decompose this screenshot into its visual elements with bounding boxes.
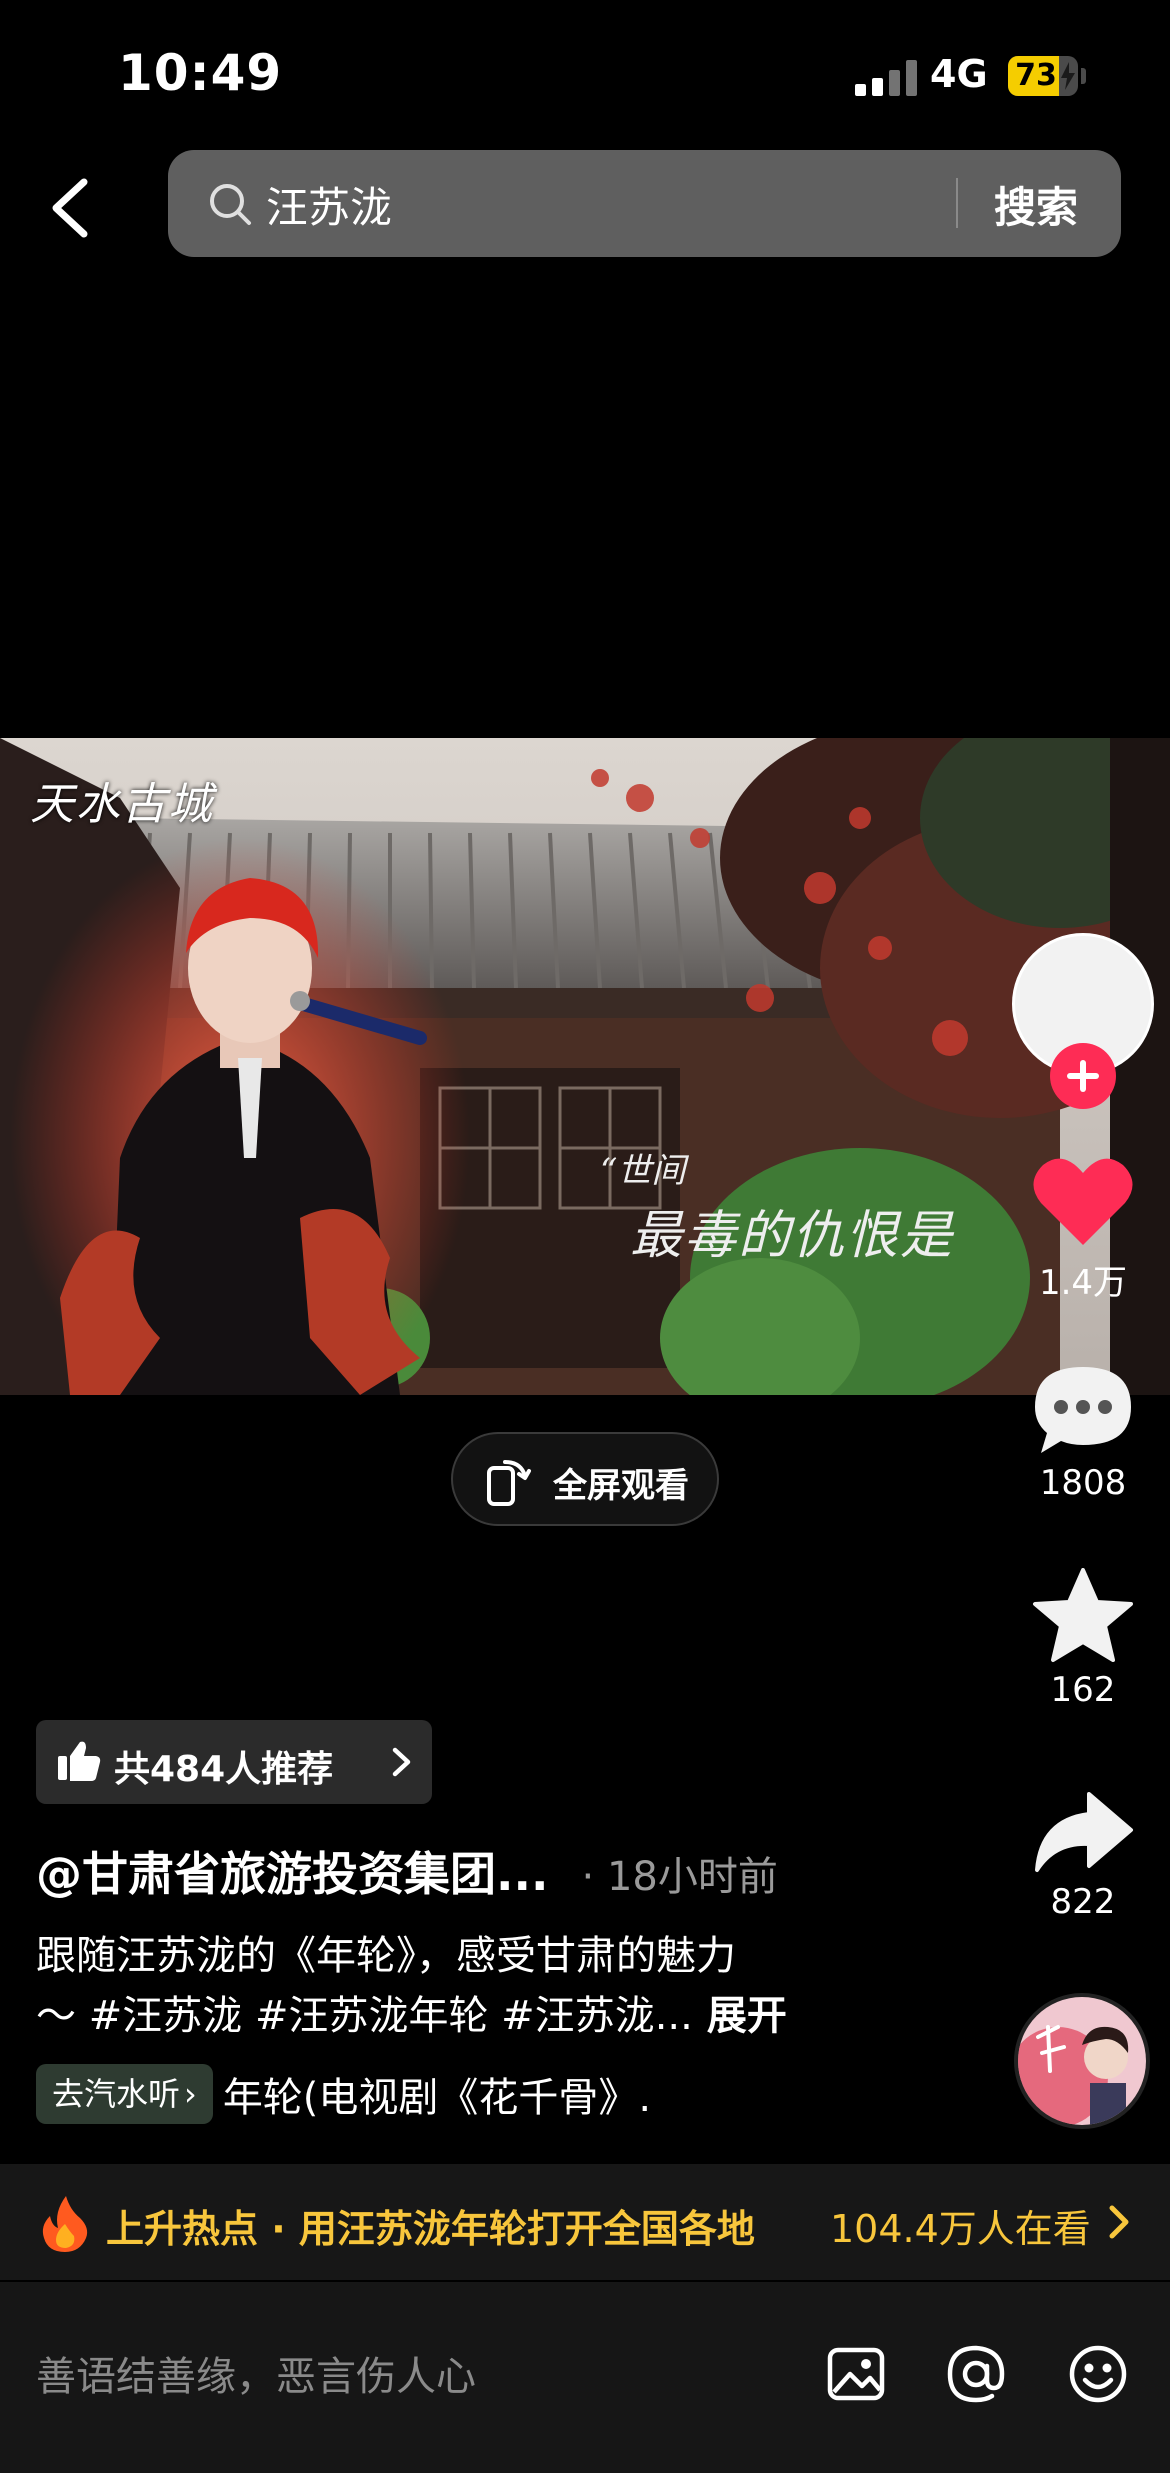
hot-topic-text: 上升热点 · 用汪苏泷年轮打开全国各地 [106,2207,755,2251]
post-description-line1: 跟随汪苏泷的《年轮》，感受甘肃的魅力 [36,1933,736,1979]
share-arrow-icon [1035,1792,1133,1872]
search-button[interactable]: 搜索 [994,174,1078,235]
author-line: @甘肃省旅游投资集团... · 18小时前 [36,1838,778,1904]
comment-bubble-icon [1035,1367,1131,1453]
search-input[interactable]: 汪苏泷 [266,174,392,235]
fullscreen-icon [487,1460,531,1506]
chevron-right-icon [1109,2205,1129,2239]
star-icon [1033,1568,1133,1662]
comment-button[interactable]: 1808 [1010,1363,1156,1503]
recommend-pill[interactable]: 共484人推荐 [36,1720,432,1804]
thumbs-up-icon [58,1741,101,1781]
post-description-line2: ～ #汪苏泷 #汪苏泷年轮 #汪苏泷... 展开 [36,1986,876,2046]
battery-cap [1081,68,1086,84]
status-bar: 10:49 4G 73 [0,0,1170,150]
battery-level: 73 [1015,58,1057,93]
qishui-label: 去汽水听 [52,2075,181,2113]
recommend-label: 共484人推荐 [114,1749,334,1790]
expand-button[interactable]: 展开 [707,1993,787,2039]
author-name[interactable]: @甘肃省旅游投资集团... [36,1847,548,1901]
search-bar[interactable]: 汪苏泷 搜索 [168,150,1121,257]
comment-count: 1808 [1039,1463,1127,1503]
video-caption-line2: 最毒的仇恨是 [630,1206,955,1266]
fullscreen-label: 全屏观看 [553,1466,689,1506]
chevron-right-icon [392,1747,411,1777]
description-hashtags[interactable]: ～ #汪苏泷 #汪苏泷年轮 #汪苏泷... [36,1993,693,2039]
comment-bar: 善语结善缘，恶言伤人心 [0,2282,1170,2473]
post-time: · 18小时前 [581,1854,778,1900]
chevron-right-icon: › [184,2075,197,2113]
heart-icon [1033,1158,1133,1245]
music-line: 去汽水听 › 年轮(电视剧《花千骨》. [36,2064,651,2124]
like-count: 1.4万 [1038,1263,1128,1303]
share-button[interactable]: 822 [1010,1790,1156,1922]
back-button[interactable] [40,168,100,248]
search-icon [210,184,251,225]
plus-icon [1067,1060,1099,1092]
status-time: 10:49 [118,44,283,102]
favorite-count: 162 [1050,1670,1116,1710]
back-chevron-icon [52,178,88,238]
video-watermark: 天水古城 [30,779,214,830]
at-icon[interactable] [944,2342,1008,2406]
music-title[interactable]: 年轮(电视剧《花千骨》. [223,2075,651,2121]
like-button[interactable]: 1.4万 [1010,1155,1156,1304]
video-player[interactable]: 天水古城 “世间 最毒的仇恨是 [0,738,1170,1395]
network-type: 4G [930,52,988,96]
music-disc[interactable] [1014,1993,1150,2129]
viewer-count: 104.4万人在看 [830,2207,1091,2251]
follow-button[interactable] [1050,1043,1116,1109]
signal-icon [855,60,917,96]
favorite-button[interactable]: 162 [1010,1568,1156,1710]
qishui-button[interactable]: 去汽水听 › [36,2064,213,2124]
hot-topic-bar[interactable]: 上升热点 · 用汪苏泷年轮打开全国各地 104.4万人在看 [0,2164,1170,2280]
comment-input[interactable]: 善语结善缘，恶言伤人心 [36,2342,796,2412]
fire-icon [42,2196,88,2252]
image-icon[interactable] [824,2342,888,2406]
emoji-icon[interactable] [1066,2342,1130,2406]
video-caption-line1: “世间 [600,1151,686,1191]
charging-bolt-icon [1061,62,1075,90]
search-divider [956,178,958,228]
battery-icon: 73 [1008,56,1078,96]
music-cover-image [1018,1997,1146,2125]
share-count: 822 [1050,1882,1116,1922]
fullscreen-button[interactable]: 全屏观看 [451,1432,719,1526]
video-frame [0,738,1170,1395]
